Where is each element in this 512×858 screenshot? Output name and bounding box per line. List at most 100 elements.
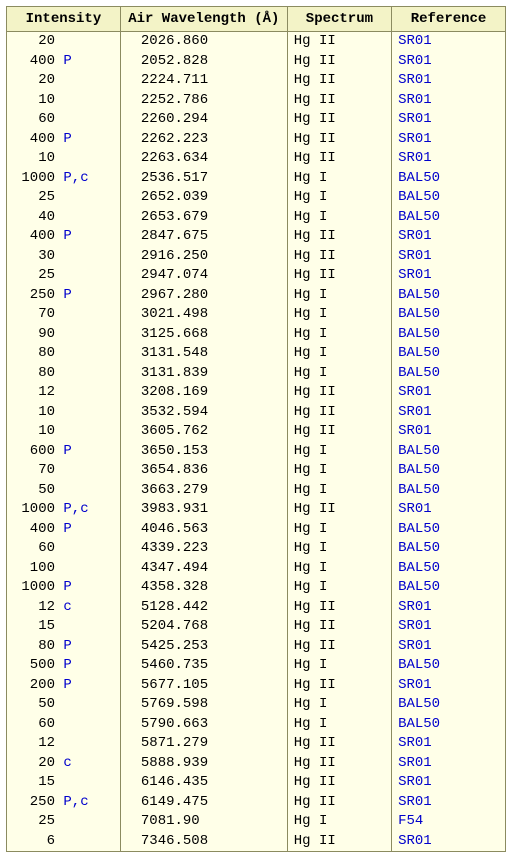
table-row: 12 5871.279Hg IISR01 <box>7 734 506 754</box>
wavelength-cell: 3663.279 <box>120 481 287 501</box>
reference-link[interactable]: BAL50 <box>398 443 440 459</box>
reference-link[interactable]: SR01 <box>398 423 432 439</box>
intensity-value: 70 <box>13 306 55 324</box>
reference-link[interactable]: BAL50 <box>398 657 440 673</box>
reference-link[interactable]: SR01 <box>398 248 432 264</box>
reference-link[interactable]: BAL50 <box>398 326 440 342</box>
intensity-value: 600 <box>13 443 55 461</box>
spectrum-cell: Hg I <box>287 481 391 501</box>
reference-link[interactable]: SR01 <box>398 755 432 771</box>
table-row: 100 4347.494Hg IBAL50 <box>7 559 506 579</box>
intensity-value: 10 <box>13 423 55 441</box>
wavelength-cell: 3983.931 <box>120 500 287 520</box>
wavelength-cell: 5790.663 <box>120 715 287 735</box>
wavelength-cell: 2536.517 <box>120 169 287 189</box>
table-row: 15 6146.435Hg IISR01 <box>7 773 506 793</box>
reference-link[interactable]: SR01 <box>398 267 432 283</box>
reference-link[interactable]: BAL50 <box>398 696 440 712</box>
reference-cell: SR01 <box>392 598 506 618</box>
header-spectrum: Spectrum <box>287 7 391 32</box>
reference-cell: BAL50 <box>392 578 506 598</box>
reference-link[interactable]: F54 <box>398 813 423 829</box>
table-row: 70 3021.498Hg IBAL50 <box>7 305 506 325</box>
reference-link[interactable]: SR01 <box>398 131 432 147</box>
intensity-cell: 60 <box>7 715 121 735</box>
reference-link[interactable]: BAL50 <box>398 170 440 186</box>
spectrum-cell: Hg I <box>287 559 391 579</box>
table-row: 25 2947.074Hg IISR01 <box>7 266 506 286</box>
table-row: 1000 P,c2536.517Hg IBAL50 <box>7 169 506 189</box>
reference-link[interactable]: SR01 <box>398 618 432 634</box>
reference-link[interactable]: BAL50 <box>398 560 440 576</box>
reference-cell: SR01 <box>392 403 506 423</box>
intensity-cell: 10 <box>7 91 121 111</box>
wavelength-cell: 2947.074 <box>120 266 287 286</box>
reference-link[interactable]: SR01 <box>398 677 432 693</box>
table-row: 10 2252.786Hg IISR01 <box>7 91 506 111</box>
reference-link[interactable]: BAL50 <box>398 482 440 498</box>
reference-link[interactable]: SR01 <box>398 404 432 420</box>
reference-link[interactable]: SR01 <box>398 638 432 654</box>
reference-link[interactable]: SR01 <box>398 794 432 810</box>
intensity-cell: 12 <box>7 383 121 403</box>
reference-link[interactable]: SR01 <box>398 111 432 127</box>
reference-link[interactable]: SR01 <box>398 150 432 166</box>
reference-link[interactable]: BAL50 <box>398 716 440 732</box>
intensity-cell: 15 <box>7 773 121 793</box>
reference-link[interactable]: SR01 <box>398 92 432 108</box>
reference-link[interactable]: BAL50 <box>398 306 440 322</box>
reference-cell: BAL50 <box>392 520 506 540</box>
intensity-value: 50 <box>13 482 55 500</box>
intensity-value: 90 <box>13 326 55 344</box>
table-row: 40 2653.679Hg IBAL50 <box>7 208 506 228</box>
reference-link[interactable]: BAL50 <box>398 540 440 556</box>
reference-link[interactable]: SR01 <box>398 384 432 400</box>
reference-link[interactable]: SR01 <box>398 33 432 49</box>
table-row: 25 7081.90Hg IF54 <box>7 812 506 832</box>
table-row: 80 3131.839Hg IBAL50 <box>7 364 506 384</box>
reference-cell: SR01 <box>392 149 506 169</box>
reference-link[interactable]: BAL50 <box>398 365 440 381</box>
reference-link[interactable]: SR01 <box>398 599 432 615</box>
intensity-value: 15 <box>13 774 55 792</box>
intensity-flag: P <box>63 443 71 459</box>
intensity-value: 250 <box>13 794 55 812</box>
reference-cell: SR01 <box>392 832 506 852</box>
reference-link[interactable]: SR01 <box>398 833 432 849</box>
wavelength-cell: 2653.679 <box>120 208 287 228</box>
spectrum-cell: Hg II <box>287 734 391 754</box>
reference-link[interactable]: BAL50 <box>398 287 440 303</box>
reference-link[interactable]: BAL50 <box>398 579 440 595</box>
spectrum-cell: Hg II <box>287 637 391 657</box>
reference-link[interactable]: BAL50 <box>398 521 440 537</box>
table-row: 80 P5425.253Hg IISR01 <box>7 637 506 657</box>
spectrum-cell: Hg I <box>287 539 391 559</box>
intensity-flag: P <box>63 579 71 595</box>
wavelength-cell: 3208.169 <box>120 383 287 403</box>
table-row: 20 2224.711Hg IISR01 <box>7 71 506 91</box>
wavelength-cell: 2916.250 <box>120 247 287 267</box>
wavelength-cell: 7081.90 <box>120 812 287 832</box>
reference-link[interactable]: SR01 <box>398 228 432 244</box>
reference-link[interactable]: BAL50 <box>398 189 440 205</box>
spectrum-cell: Hg I <box>287 578 391 598</box>
reference-link[interactable]: SR01 <box>398 735 432 751</box>
reference-link[interactable]: SR01 <box>398 774 432 790</box>
wavelength-cell: 5677.105 <box>120 676 287 696</box>
reference-link[interactable]: SR01 <box>398 72 432 88</box>
spectrum-cell: Hg II <box>287 110 391 130</box>
reference-link[interactable]: SR01 <box>398 501 432 517</box>
reference-cell: SR01 <box>392 247 506 267</box>
wavelength-cell: 2847.675 <box>120 227 287 247</box>
reference-link[interactable]: SR01 <box>398 53 432 69</box>
reference-link[interactable]: BAL50 <box>398 462 440 478</box>
wavelength-cell: 3021.498 <box>120 305 287 325</box>
spectrum-cell: Hg II <box>287 149 391 169</box>
reference-link[interactable]: BAL50 <box>398 209 440 225</box>
intensity-value: 1000 <box>13 501 55 519</box>
spectrum-cell: Hg II <box>287 130 391 150</box>
intensity-value: 40 <box>13 209 55 227</box>
reference-link[interactable]: BAL50 <box>398 345 440 361</box>
reference-cell: SR01 <box>392 773 506 793</box>
wavelength-cell: 3131.548 <box>120 344 287 364</box>
